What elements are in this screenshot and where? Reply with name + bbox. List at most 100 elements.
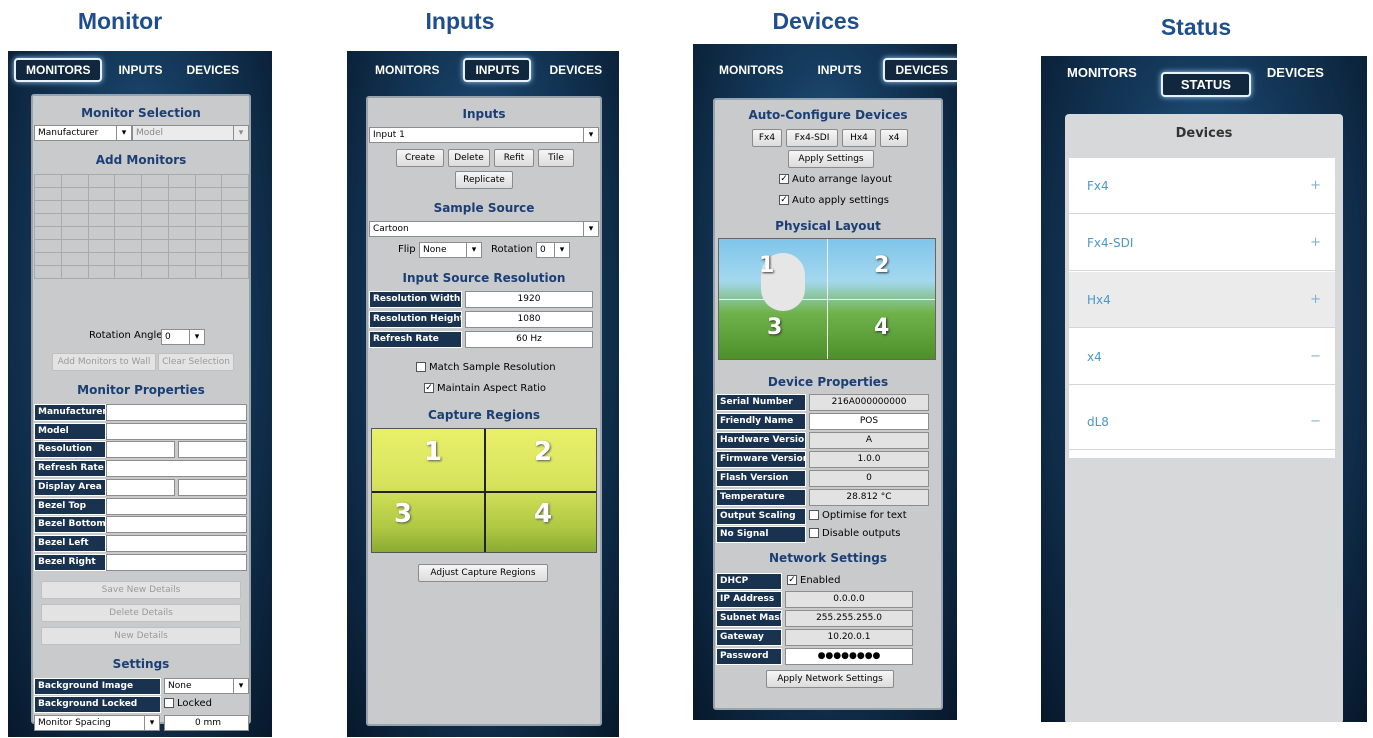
tab-devices[interactable]: DEVICES [1257,62,1334,83]
grid-cell[interactable] [60,252,89,266]
grid-cell[interactable] [114,200,142,214]
tab-devices[interactable]: DEVICES [539,60,612,80]
grid-cell[interactable] [87,200,116,214]
grid-cell[interactable] [114,226,142,240]
grid-cell[interactable] [194,187,223,201]
property-input[interactable] [106,460,247,478]
grid-cell[interactable] [34,213,62,227]
background-image-select[interactable]: None ▾ [164,678,249,694]
monitor-spacing-select[interactable]: Monitor Spacing ▾ [34,715,160,731]
replicate-button[interactable]: Replicate [455,171,513,189]
tab-devices[interactable]: DEVICES [176,60,249,80]
locked-checkbox[interactable]: Locked [164,698,212,709]
disable-outputs-checkbox[interactable]: Disable outputs [809,528,900,539]
delete-details-button[interactable]: Delete Details [41,604,241,622]
device-list-item[interactable]: x4 − [1069,329,1335,385]
auto-apply-checkbox[interactable]: ✓ Auto apply settings [779,195,889,206]
grid-cell[interactable] [60,226,89,240]
collapse-icon[interactable]: − [1310,414,1321,429]
grid-cell[interactable] [167,252,196,266]
monitor-spacing-input[interactable]: 0 mm [164,715,249,731]
grid-cell[interactable] [114,213,142,227]
grid-cell[interactable] [221,252,249,266]
grid-cell[interactable] [194,252,223,266]
flip-select[interactable]: None ▾ [419,242,482,258]
grid-cell[interactable] [34,265,62,279]
grid-cell[interactable] [194,239,223,253]
tile-button[interactable]: Tile [538,149,574,167]
tab-status[interactable]: STATUS [1160,72,1251,97]
grid-cell[interactable] [167,213,196,227]
property-input[interactable] [178,441,247,459]
grid-cell[interactable] [141,239,169,253]
expand-icon[interactable]: + [1310,178,1321,193]
grid-cell[interactable] [141,174,169,188]
resolution-value[interactable]: 1080 [465,311,593,328]
capture-regions-preview[interactable]: 1 2 3 4 [371,428,597,553]
x4-button[interactable]: x4 [880,129,908,147]
match-sample-checkbox[interactable]: Match Sample Resolution [416,362,556,373]
grid-cell[interactable] [141,252,169,266]
property-input[interactable] [106,534,247,552]
device-list-item[interactable]: Fx4 + [1069,158,1335,214]
model-select[interactable]: Model ▾ [132,125,249,141]
grid-cell[interactable] [60,239,89,253]
apply-network-settings-button[interactable]: Apply Network Settings [766,670,894,688]
adjust-capture-regions-button[interactable]: Adjust Capture Regions [418,564,548,582]
clear-selection-button[interactable]: Clear Selection [158,353,234,371]
collapse-icon[interactable]: − [1310,349,1321,364]
optimise-for-text-checkbox[interactable]: Optimise for text [809,510,907,521]
grid-cell[interactable] [167,265,196,279]
grid-cell[interactable] [221,174,249,188]
fx4-button[interactable]: Fx4 [752,129,782,147]
grid-cell[interactable] [34,252,62,266]
grid-cell[interactable] [194,226,223,240]
physical-layout-preview[interactable]: 1 2 3 4 [718,238,936,360]
device-list-item[interactable]: dL8 − [1069,394,1335,450]
fx4-sdi-button[interactable]: Fx4-SDI [786,129,838,147]
grid-cell[interactable] [87,226,116,240]
dhcp-enabled-checkbox[interactable]: ✓ Enabled [787,575,840,586]
grid-cell[interactable] [194,265,223,279]
grid-cell[interactable] [221,239,249,253]
grid-cell[interactable] [114,174,142,188]
property-input[interactable] [106,404,247,421]
grid-cell[interactable] [34,187,62,201]
expand-icon[interactable]: + [1310,292,1321,307]
grid-cell[interactable] [34,174,62,188]
grid-cell[interactable] [60,200,89,214]
add-monitors-button[interactable]: Add Monitors to Wall [52,353,156,371]
grid-cell[interactable] [114,187,142,201]
tab-monitors[interactable]: MONITORS [1057,62,1147,83]
grid-cell[interactable] [60,187,89,201]
input-select[interactable]: Input 1 ▾ [369,127,599,143]
grid-cell[interactable] [34,226,62,240]
grid-cell[interactable] [34,239,62,253]
grid-cell[interactable] [167,174,196,188]
grid-cell[interactable] [167,226,196,240]
tab-monitors[interactable]: MONITORS [365,60,449,80]
device-property-value[interactable]: POS [809,413,929,430]
device-list-item[interactable]: Hx4 + [1069,272,1335,328]
grid-cell[interactable] [221,265,249,279]
rotation-angle-select[interactable]: 0 ▾ [161,329,205,345]
grid-cell[interactable] [167,239,196,253]
tab-devices[interactable]: DEVICES [883,58,957,82]
rotation-select[interactable]: 0 ▾ [536,242,570,258]
property-input[interactable] [106,497,247,515]
grid-cell[interactable] [87,239,116,253]
tab-inputs[interactable]: INPUTS [807,60,871,80]
property-input[interactable] [106,553,247,571]
tab-monitors[interactable]: MONITORS [14,58,103,82]
apply-settings-button[interactable]: Apply Settings [788,150,874,168]
manufacturer-select[interactable]: Manufacturer ▾ [34,125,132,141]
grid-cell[interactable] [114,252,142,266]
tab-monitors[interactable]: MONITORS [709,60,793,80]
network-value[interactable]: 0.0.0.0 [785,591,913,608]
property-input[interactable] [106,516,247,534]
resolution-value[interactable]: 1920 [465,291,593,308]
grid-cell[interactable] [221,226,249,240]
grid-cell[interactable] [60,213,89,227]
maintain-aspect-checkbox[interactable]: ✓ Maintain Aspect Ratio [424,383,546,394]
refit-button[interactable]: Refit [494,149,534,167]
